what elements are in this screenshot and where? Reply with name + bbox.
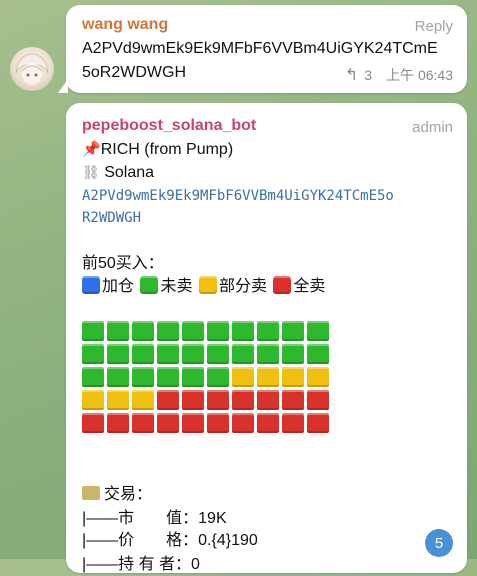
legend-sold: 全卖 xyxy=(293,278,326,295)
holder-cell xyxy=(307,344,329,364)
holder-cell xyxy=(257,367,279,387)
holder-cell xyxy=(257,413,279,433)
holder-cell xyxy=(182,390,204,410)
holder-cell xyxy=(207,390,229,410)
legend-add: 加仓 xyxy=(102,278,135,295)
top-buyers-label: 前50买入： xyxy=(82,255,164,272)
trade-line: 交易： xyxy=(82,484,152,506)
message-text-line-1: A2PVd9wmEk9Ek9MFbF6VVBm4UiGYK24TCmE xyxy=(82,40,438,57)
avatar[interactable] xyxy=(10,47,54,91)
holder-cell xyxy=(182,367,204,387)
holder-cell xyxy=(132,344,154,364)
holder-cell xyxy=(132,390,154,410)
message-bubble-2[interactable]: pepeboost_solana_bot admin 📌RICH (from P… xyxy=(66,103,467,573)
holder-cell xyxy=(207,321,229,341)
holders-line: |——持 有 者：0 xyxy=(82,556,200,573)
message-bubble-1[interactable]: wang wang Reply A2PVd9wmEk9Ek9MFbF6VVBm4… xyxy=(58,5,467,93)
token-address-line-1[interactable]: A2PVd9wmEk9Ek9MFbF6VVBm4UiGYK24TCmE5o xyxy=(82,185,394,207)
holder-cell xyxy=(257,390,279,410)
admin-tag: admin xyxy=(412,119,453,136)
holder-cell xyxy=(132,321,154,341)
holder-cell xyxy=(307,390,329,410)
holder-cell xyxy=(282,321,304,341)
market-cap-line: |——市 值：19K xyxy=(82,510,227,527)
message-meta: ↰ 3 上午 06:43 xyxy=(345,65,453,85)
holder-cell xyxy=(157,413,179,433)
holder-cell xyxy=(207,413,229,433)
holder-cell xyxy=(207,344,229,364)
holder-cell xyxy=(232,390,254,410)
holder-cell xyxy=(232,367,254,387)
token-address-line-2[interactable]: R2WDWGH xyxy=(82,207,141,229)
unread-count-badge[interactable]: 5 xyxy=(425,529,453,557)
message-text-line-2: 5oR2WDWGH xyxy=(82,64,187,81)
holder-cell xyxy=(107,390,129,410)
holder-cell xyxy=(82,344,104,364)
rich-text: RICH (from Pump) xyxy=(100,141,234,158)
holder-cell xyxy=(107,413,129,433)
holder-cell xyxy=(307,321,329,341)
holder-cell xyxy=(257,321,279,341)
yellow-square-icon xyxy=(198,276,217,294)
chain-line: ⛓ Solana xyxy=(82,161,154,184)
chain-link-icon: ⛓ xyxy=(82,164,100,180)
message-time: 上午 06:43 xyxy=(386,67,453,83)
holder-cell xyxy=(82,367,104,387)
holder-cell xyxy=(307,367,329,387)
rich-line: 📌RICH (from Pump) xyxy=(82,139,233,161)
holder-cell xyxy=(232,321,254,341)
money-icon xyxy=(82,486,100,500)
green-square-icon xyxy=(140,276,159,294)
reply-count[interactable]: 3 xyxy=(364,67,372,83)
avatar-image xyxy=(15,53,49,85)
holder-cell xyxy=(82,321,104,341)
holder-cell xyxy=(207,367,229,387)
holder-cell xyxy=(182,321,204,341)
holder-cell xyxy=(182,413,204,433)
holder-cell xyxy=(282,344,304,364)
holder-cell xyxy=(107,344,129,364)
holder-cell xyxy=(282,390,304,410)
holder-cell xyxy=(282,413,304,433)
holder-cell xyxy=(157,321,179,341)
holder-cell xyxy=(232,413,254,433)
pushpin-icon: 📌 xyxy=(82,141,101,158)
holder-cell xyxy=(282,367,304,387)
trade-label: 交易： xyxy=(104,486,153,503)
reply-label[interactable]: Reply xyxy=(415,18,453,35)
holder-cell xyxy=(157,344,179,364)
holder-cell xyxy=(132,413,154,433)
holder-cell xyxy=(257,344,279,364)
sender-name[interactable]: wang wang xyxy=(82,16,168,34)
holder-cell xyxy=(132,367,154,387)
holder-cell xyxy=(307,413,329,433)
holder-cell xyxy=(182,344,204,364)
holder-cell xyxy=(107,321,129,341)
legend: 加仓 未卖 部分卖 全卖 xyxy=(82,276,325,298)
holder-cell xyxy=(157,367,179,387)
holder-cell xyxy=(82,390,104,410)
legend-partial: 部分卖 xyxy=(218,278,267,295)
holder-cell xyxy=(82,413,104,433)
bubble-tail xyxy=(58,79,68,93)
price-line: |——价 格：0.{4}190 xyxy=(82,532,258,549)
holder-cell xyxy=(232,344,254,364)
holder-cell xyxy=(157,390,179,410)
red-square-icon xyxy=(273,276,292,294)
reply-arrow-icon[interactable]: ↰ xyxy=(345,65,358,85)
holder-cell xyxy=(107,367,129,387)
legend-unsold: 未卖 xyxy=(160,278,193,295)
sender-name[interactable]: pepeboost_solana_bot xyxy=(82,117,256,135)
blue-square-icon xyxy=(82,276,100,294)
chain-text: Solana xyxy=(104,164,155,181)
